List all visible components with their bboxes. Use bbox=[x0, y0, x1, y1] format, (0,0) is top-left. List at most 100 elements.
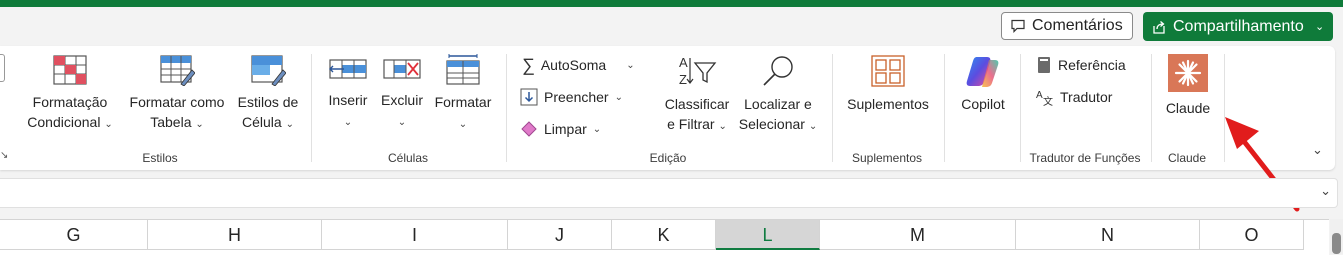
group-separator bbox=[1020, 54, 1021, 162]
cell-styles-label-1: Estilos de bbox=[237, 94, 299, 110]
group-separator bbox=[1151, 54, 1152, 162]
ribbon: ↘ Formatação Condicional ⌄ Formatar como… bbox=[0, 46, 1335, 170]
group-label-suplementos: Suplementos bbox=[851, 151, 923, 165]
chevron-down-icon: ⌄ bbox=[718, 121, 727, 132]
chevron-down-icon[interactable]: ⌄ bbox=[626, 60, 634, 71]
column-header-l[interactable]: L bbox=[716, 220, 820, 250]
addins-icon bbox=[871, 55, 905, 87]
translator-label: Tradutor bbox=[1060, 89, 1113, 105]
copilot-button[interactable]: Copilot bbox=[952, 54, 1014, 114]
column-header-m[interactable]: M bbox=[820, 220, 1016, 250]
delete-cells-button[interactable]: Excluir ⌄ bbox=[378, 54, 426, 133]
claude-button[interactable]: Claude bbox=[1158, 54, 1218, 118]
conditional-formatting-button[interactable]: Formatação Condicional ⌄ bbox=[22, 54, 118, 135]
autosum-label: AutoSoma bbox=[540, 57, 607, 73]
reference-button[interactable]: Referência bbox=[1036, 54, 1126, 76]
reference-icon bbox=[1038, 57, 1050, 73]
svg-text:Z: Z bbox=[679, 72, 687, 87]
column-header-n[interactable]: N bbox=[1016, 220, 1200, 250]
conditional-format-icon bbox=[53, 55, 87, 85]
clear-icon bbox=[521, 121, 537, 137]
vertical-scrollbar[interactable] bbox=[1330, 219, 1343, 254]
svg-text:A: A bbox=[1036, 90, 1043, 101]
fill-button[interactable]: Preencher ⌄ bbox=[520, 86, 623, 108]
chevron-down-icon: ⌄ bbox=[104, 119, 113, 130]
format-as-table-label-1: Formatar como bbox=[129, 94, 225, 110]
svg-text:A: A bbox=[679, 55, 688, 70]
share-icon bbox=[1153, 20, 1165, 34]
group-label-celulas: Células bbox=[387, 151, 429, 165]
delete-cells-icon bbox=[383, 59, 421, 79]
sort-filter-icon: A Z bbox=[679, 55, 717, 87]
group-separator bbox=[311, 54, 312, 162]
share-label: Compartilhamento bbox=[1173, 17, 1304, 35]
comments-button[interactable]: Comentários bbox=[1001, 12, 1133, 40]
claude-icon bbox=[1168, 54, 1208, 92]
share-dropdown-icon[interactable]: ⌄ bbox=[1315, 20, 1324, 33]
chevron-down-icon: ⌄ bbox=[808, 121, 818, 132]
format-cells-label: Formatar bbox=[434, 94, 492, 110]
comment-icon bbox=[1011, 19, 1025, 33]
share-button[interactable]: Compartilhamento ⌄ bbox=[1143, 12, 1333, 41]
dialog-launcher-icon[interactable]: ↘ bbox=[0, 150, 8, 161]
column-header-j[interactable]: J bbox=[508, 220, 612, 250]
column-header-i[interactable]: I bbox=[322, 220, 508, 250]
translator-icon: A 文 bbox=[1036, 90, 1053, 106]
comments-label: Comentários bbox=[1032, 17, 1123, 34]
scrollbar-thumb[interactable] bbox=[1332, 233, 1341, 254]
find-icon bbox=[763, 56, 793, 86]
fill-icon bbox=[520, 88, 538, 106]
clear-button[interactable]: Limpar ⌄ bbox=[520, 118, 601, 140]
insert-cells-label: Inserir bbox=[328, 92, 368, 108]
column-header-o[interactable]: O bbox=[1200, 220, 1304, 250]
cell-styles-icon bbox=[251, 55, 286, 86]
sort-filter-button[interactable]: A Z Classificar e Filtrar ⌄ bbox=[660, 54, 734, 137]
insert-cells-button[interactable]: Inserir ⌄ bbox=[324, 54, 372, 133]
claude-label: Claude bbox=[1165, 100, 1211, 116]
addins-label: Suplementos bbox=[847, 96, 929, 112]
column-header-g[interactable]: G bbox=[0, 220, 148, 250]
previous-group-edge bbox=[0, 54, 5, 82]
translator-button[interactable]: A 文 Tradutor bbox=[1036, 86, 1112, 108]
format-as-table-button[interactable]: Formatar como Tabela ⌄ bbox=[124, 54, 230, 135]
chevron-down-icon: ⌄ bbox=[592, 123, 602, 135]
group-label-claude: Claude bbox=[1167, 151, 1207, 165]
cell-styles-button[interactable]: Estilos de Célula ⌄ bbox=[234, 54, 302, 135]
chevron-down-icon: ⌄ bbox=[458, 119, 468, 130]
window-top-accent bbox=[0, 0, 1343, 7]
formula-bar-expand-icon[interactable]: ⌄ bbox=[1320, 183, 1331, 199]
formula-bar[interactable]: ⌄ bbox=[0, 178, 1338, 208]
group-label-tradutor: Tradutor de Funções bbox=[1029, 151, 1141, 165]
group-label-edicao: Edição bbox=[649, 151, 687, 165]
column-header-k[interactable]: K bbox=[612, 220, 716, 250]
reference-label: Referência bbox=[1058, 57, 1126, 73]
chevron-down-icon: ⌄ bbox=[343, 117, 353, 128]
find-select-button[interactable]: Localizar e Selecionar ⌄ bbox=[736, 54, 820, 137]
fill-label: Preencher bbox=[544, 89, 609, 105]
copilot-icon bbox=[966, 57, 999, 87]
group-separator bbox=[944, 54, 945, 162]
svg-text:文: 文 bbox=[1043, 95, 1053, 106]
delete-cells-label: Excluir bbox=[380, 92, 423, 108]
chevron-down-icon: ⌄ bbox=[614, 91, 623, 103]
format-cells-button[interactable]: Formatar ⌄ bbox=[430, 54, 496, 135]
title-bar bbox=[0, 7, 1343, 45]
group-separator bbox=[832, 54, 833, 162]
cell-styles-label-2: Célula bbox=[242, 114, 282, 130]
format-cells-icon bbox=[446, 54, 480, 85]
format-as-table-label-2: Tabela bbox=[150, 114, 192, 130]
find-select-label-2: Selecionar bbox=[738, 116, 805, 132]
clear-label: Limpar bbox=[544, 121, 587, 137]
conditional-formatting-label-1: Formatação bbox=[32, 94, 108, 110]
insert-cells-icon bbox=[329, 59, 367, 79]
format-table-icon bbox=[160, 55, 195, 86]
copilot-label: Copilot bbox=[961, 96, 1005, 112]
group-label-estilos: Estilos bbox=[142, 151, 178, 165]
ribbon-collapse-icon[interactable]: ⌄ bbox=[1312, 142, 1323, 158]
chevron-down-icon: ⌄ bbox=[397, 117, 407, 128]
find-select-label-1: Localizar e bbox=[744, 96, 812, 112]
column-header-h[interactable]: H bbox=[148, 220, 322, 250]
addins-button[interactable]: Suplementos bbox=[842, 54, 934, 114]
autosum-button[interactable]: ∑ AutoSoma ⌄ bbox=[522, 54, 635, 76]
group-separator bbox=[506, 54, 507, 162]
